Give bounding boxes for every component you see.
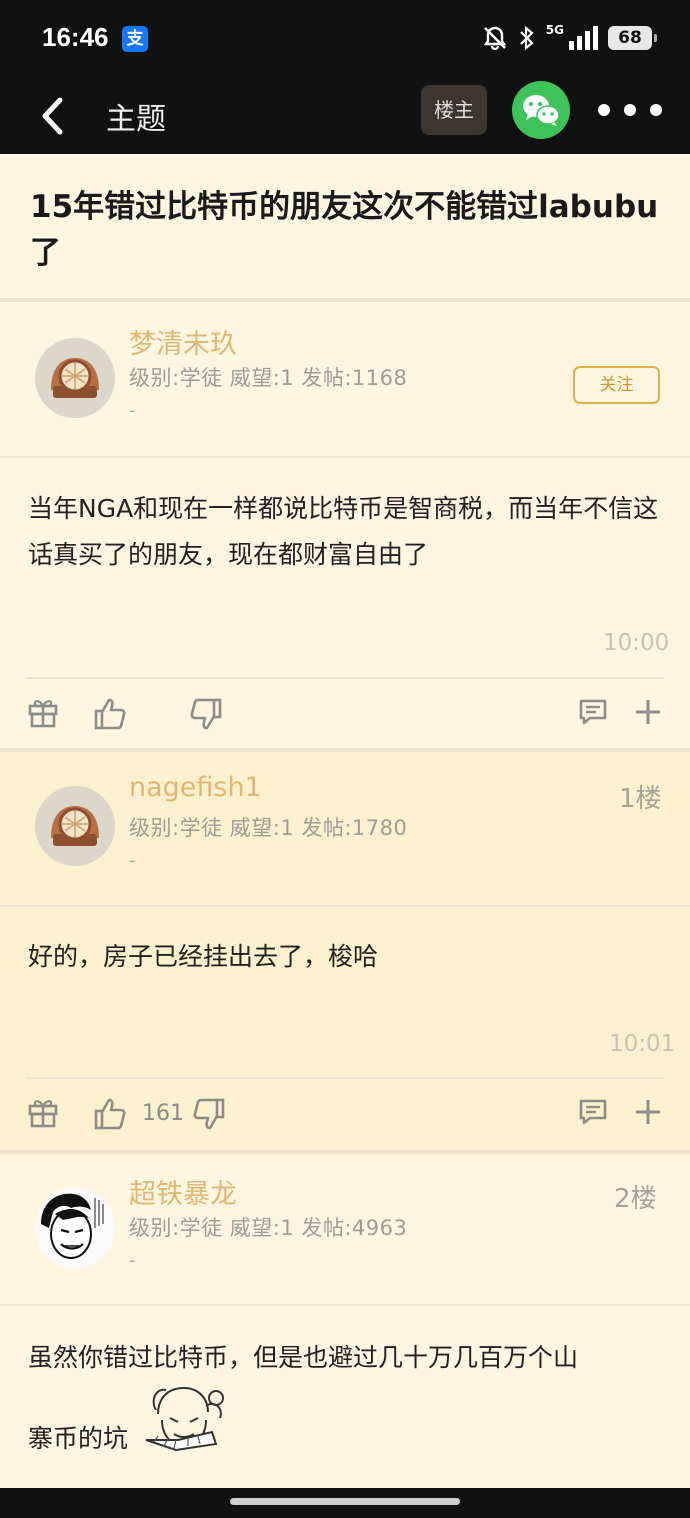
page-title: 主题 <box>106 102 166 137</box>
plus-icon[interactable] <box>634 1098 662 1126</box>
username[interactable]: 梦清未玖 <box>129 322 237 361</box>
user-info: 级别:学徒 威望:1 发帖:1168 <box>129 366 408 390</box>
network-label: 5G <box>545 23 564 37</box>
avatar[interactable] <box>35 1188 115 1268</box>
thumbs-down-icon[interactable] <box>187 696 223 732</box>
status-bar: 16:46 支 5G 68 <box>0 0 690 78</box>
user-signature: - <box>129 400 136 421</box>
divider <box>0 905 690 907</box>
floor-number: 1楼 <box>619 784 662 814</box>
back-button[interactable] <box>28 88 76 144</box>
status-time: 16:46 <box>42 22 109 52</box>
post-content-line: 虽然你错过比特币，但是也避过几十万几百万个山 <box>28 1343 579 1372</box>
bluetooth-icon <box>520 25 534 51</box>
status-indicators: 5G 68 <box>482 22 657 54</box>
thumbs-up-icon[interactable] <box>93 696 129 732</box>
post-content: 当年NGA和现在一样都说比特币是智商税，而当年不信这话真买了的朋友，现在都财富自… <box>28 494 659 569</box>
gift-icon[interactable] <box>28 696 58 728</box>
gift-icon[interactable] <box>28 1096 58 1128</box>
thumbs-up-icon[interactable] <box>93 1096 129 1132</box>
post-content-line: 寨币的坑 <box>28 1424 129 1453</box>
only-op-button[interactable]: 楼主 <box>421 85 487 135</box>
post-time: 10:01 <box>609 1031 676 1057</box>
sticker-icon <box>145 1386 224 1452</box>
username[interactable]: 超铁暴龙 <box>129 1172 237 1211</box>
post-content: 好的，房子已经挂出去了，梭哈 <box>28 942 379 971</box>
bottom-bar <box>0 1488 690 1518</box>
signal-icon <box>569 26 598 50</box>
thumbs-down-icon[interactable] <box>190 1096 226 1132</box>
follow-button[interactable]: 关注 <box>573 366 660 404</box>
plus-icon[interactable] <box>634 698 662 726</box>
divider <box>0 298 690 302</box>
battery-indicator: 68 <box>608 26 657 50</box>
user-signature: - <box>129 850 136 871</box>
comment-icon[interactable] <box>578 1097 608 1127</box>
username[interactable]: nagefish1 <box>129 772 262 803</box>
avatar[interactable] <box>35 338 115 418</box>
user-info: 级别:学徒 威望:1 发帖:4963 <box>129 1216 408 1240</box>
topic-title: 15年错过比特币的朋友这次不能错过labubu了 <box>30 189 659 271</box>
user-info: 级别:学徒 威望:1 发帖:1780 <box>129 816 408 840</box>
like-count: 161 <box>142 1101 184 1126</box>
mute-bell-icon <box>483 26 507 51</box>
nav-bar: 主题 楼主 <box>0 78 690 154</box>
home-indicator[interactable] <box>230 1498 460 1505</box>
alipay-icon: 支 <box>122 26 148 52</box>
more-dot <box>624 104 636 116</box>
more-button[interactable] <box>598 98 662 122</box>
divider <box>0 1304 690 1306</box>
wechat-icon <box>523 95 560 126</box>
user-signature: - <box>129 1250 136 1271</box>
more-dot <box>598 104 610 116</box>
floor-number: 2楼 <box>614 1184 657 1214</box>
divider <box>26 677 664 679</box>
chevron-left-icon <box>42 97 63 135</box>
wechat-share-button[interactable] <box>512 81 570 139</box>
divider <box>0 1150 690 1154</box>
divider <box>0 456 690 458</box>
avatar[interactable] <box>35 786 115 866</box>
more-dot <box>650 104 662 116</box>
divider <box>26 1077 664 1079</box>
comment-icon[interactable] <box>578 697 608 727</box>
post-time: 10:00 <box>603 630 670 656</box>
